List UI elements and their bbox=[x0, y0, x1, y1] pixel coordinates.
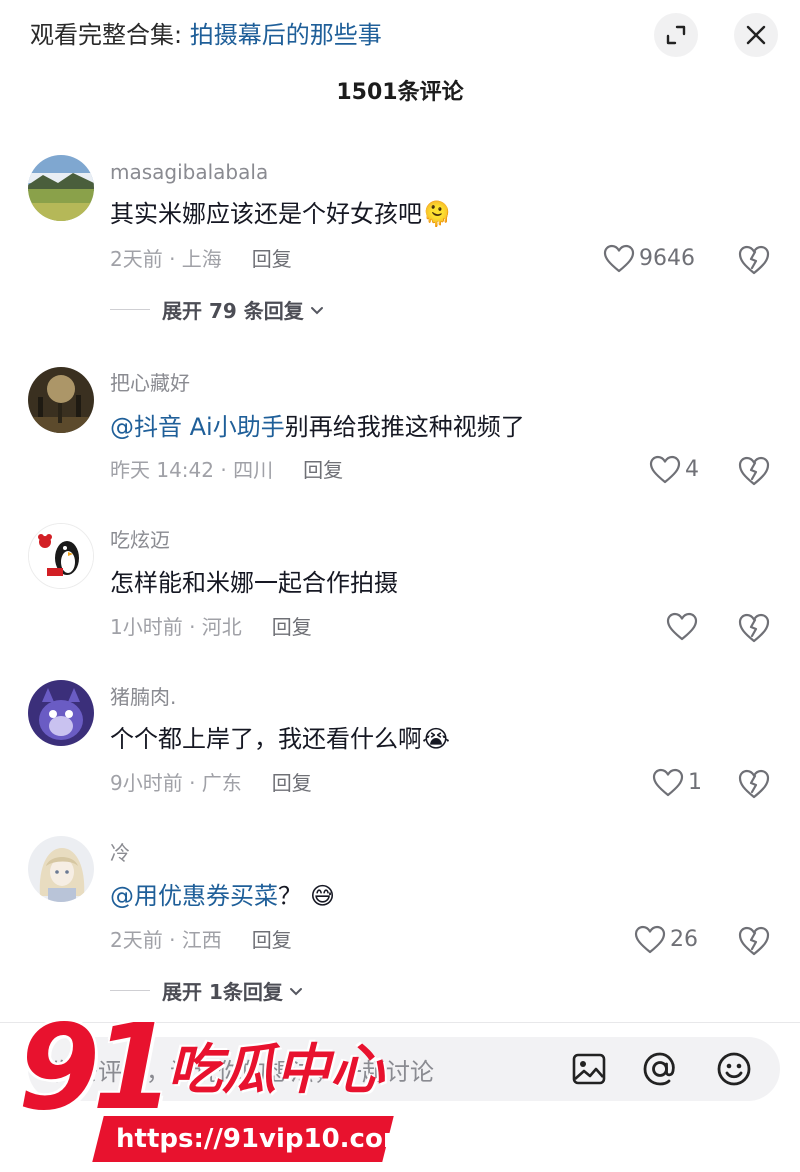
expand-divider bbox=[110, 309, 150, 310]
reply-button[interactable]: 回复 bbox=[272, 769, 312, 797]
dislike-heart-icon[interactable] bbox=[737, 243, 771, 277]
expand-replies[interactable]: 展开 79 条回复 bbox=[110, 295, 326, 324]
site-watermark: 91 吃瓜中心 https://91vip10.com bbox=[18, 1008, 418, 1168]
like-count: 9646 bbox=[639, 246, 695, 271]
comment-body: 怎样能和米娜一起合作拍摄 bbox=[110, 569, 398, 597]
dislike-heart-icon[interactable] bbox=[737, 611, 771, 645]
comment-username[interactable]: 猪腩肉. bbox=[110, 683, 176, 711]
comment-meta: 2天前 · 江西 回复 bbox=[110, 926, 292, 954]
image-button[interactable] bbox=[569, 1049, 609, 1089]
heart-icon bbox=[649, 455, 681, 484]
comment-time-location: 2天前 · 上海 bbox=[110, 247, 222, 271]
chevron-down-icon bbox=[310, 306, 323, 314]
comment-mention[interactable]: @抖音 Ai小助手 bbox=[110, 410, 285, 444]
close-button[interactable] bbox=[734, 13, 778, 57]
like-button[interactable] bbox=[666, 612, 702, 642]
like-count: 4 bbox=[685, 457, 699, 482]
at-icon bbox=[643, 1052, 675, 1086]
comment-emoji: 😅 bbox=[310, 882, 336, 910]
like-count: 26 bbox=[670, 927, 698, 952]
comment-username[interactable]: 冷 bbox=[110, 839, 130, 867]
comment-meta: 2天前 · 上海 回复 bbox=[110, 245, 292, 273]
expand-button[interactable] bbox=[654, 13, 698, 57]
comment-time-location: 1小时前 · 河北 bbox=[110, 615, 242, 639]
comment-text: 怎样能和米娜一起合作拍摄 bbox=[110, 566, 398, 600]
comment-username[interactable]: 吃炫迈 bbox=[110, 526, 170, 554]
dislike-heart-icon[interactable] bbox=[737, 924, 771, 958]
like-count: 1 bbox=[688, 770, 702, 795]
comment-emoji: 🫠 bbox=[422, 200, 452, 228]
like-button[interactable]: 1 bbox=[652, 768, 702, 798]
like-button[interactable]: 26 bbox=[634, 925, 698, 955]
reply-button[interactable]: 回复 bbox=[303, 456, 343, 484]
expand-label: 展开 79 条回复 bbox=[162, 299, 304, 323]
avatar[interactable] bbox=[28, 155, 94, 221]
dislike-heart-icon[interactable] bbox=[737, 454, 771, 488]
comment-text: @用优惠券买菜 ？ 😅 bbox=[110, 879, 335, 913]
heart-icon bbox=[603, 244, 635, 273]
dislike-heart-icon[interactable] bbox=[737, 767, 771, 801]
comment-username[interactable]: 把心藏好 bbox=[110, 369, 190, 397]
mention-button[interactable] bbox=[640, 1049, 680, 1089]
avatar[interactable] bbox=[28, 836, 94, 902]
image-icon bbox=[572, 1053, 606, 1085]
chevron-down-icon bbox=[289, 987, 302, 995]
comment-count: 1501条评论 bbox=[336, 80, 464, 105]
expand-icon bbox=[666, 25, 686, 45]
collection-link[interactable]: 观看完整合集: 拍摄幕后的那些事 bbox=[30, 18, 382, 52]
comment-text: 个个都上岸了，我还看什么啊 😭 bbox=[110, 722, 450, 756]
like-button[interactable]: 9646 bbox=[603, 244, 695, 274]
header: 观看完整合集: 拍摄幕后的那些事 bbox=[0, 0, 800, 70]
comment-body: 个个都上岸了，我还看什么啊 bbox=[110, 725, 422, 753]
comment-body: 别再给我推这种视频了 bbox=[284, 413, 525, 441]
comment-time-location: 昨天 14:42 · 四川 bbox=[110, 458, 274, 482]
heart-icon bbox=[634, 925, 666, 954]
watermark-url: https://91vip10.com bbox=[116, 1124, 410, 1154]
comment-meta: 1小时前 · 河北 回复 bbox=[110, 613, 312, 641]
emoji-button[interactable] bbox=[714, 1049, 754, 1089]
comment-time-location: 9小时前 · 广东 bbox=[110, 771, 242, 795]
watermark-number: 91 bbox=[18, 998, 174, 1136]
heart-icon bbox=[666, 612, 698, 641]
comment-meta: 昨天 14:42 · 四川 回复 bbox=[110, 456, 343, 484]
expand-divider bbox=[110, 990, 150, 991]
comment-mention[interactable]: @用优惠券买菜 bbox=[110, 879, 278, 913]
comment-emoji: 😭 bbox=[422, 725, 451, 753]
reply-button[interactable]: 回复 bbox=[272, 613, 312, 641]
comment-time-location: 2天前 · 江西 bbox=[110, 928, 222, 952]
collection-title[interactable]: 拍摄幕后的那些事 bbox=[190, 21, 382, 49]
avatar[interactable] bbox=[28, 367, 94, 433]
expand-label: 展开 1条回复 bbox=[162, 980, 283, 1004]
comment-text: 其实米娜应该还是个好女孩吧 🫠 bbox=[110, 197, 452, 231]
reply-button[interactable]: 回复 bbox=[252, 245, 292, 273]
reply-button[interactable]: 回复 bbox=[252, 926, 292, 954]
heart-icon bbox=[652, 768, 684, 797]
comment-body: ？ bbox=[278, 882, 302, 910]
avatar[interactable] bbox=[28, 523, 94, 589]
comment-meta: 9小时前 · 广东 回复 bbox=[110, 769, 312, 797]
close-icon bbox=[746, 25, 766, 45]
collection-prefix: 观看完整合集: bbox=[30, 21, 190, 49]
comment-body: 其实米娜应该还是个好女孩吧 bbox=[110, 200, 422, 228]
avatar[interactable] bbox=[28, 680, 94, 746]
watermark-name: 吃瓜中心 bbox=[168, 1038, 384, 1101]
comment-text: @抖音 Ai小助手 别再给我推这种视频了 bbox=[110, 410, 525, 444]
like-button[interactable]: 4 bbox=[649, 455, 699, 485]
comment-username[interactable]: masagibalabala bbox=[110, 158, 268, 186]
emoji-icon bbox=[717, 1052, 751, 1086]
